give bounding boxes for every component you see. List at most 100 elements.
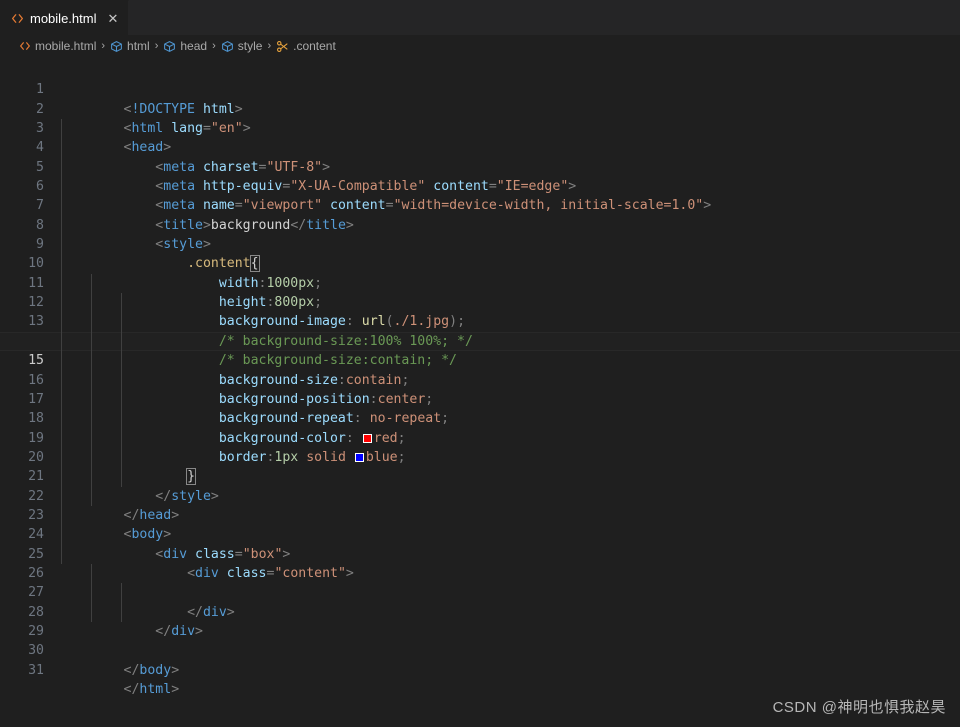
editor-tab-mobile-html[interactable]: mobile.html ✕ xyxy=(0,0,130,35)
close-icon[interactable]: ✕ xyxy=(107,12,118,25)
token-tag-name: style xyxy=(163,237,203,253)
token-tag-name: title xyxy=(163,217,203,233)
code-content: /* background-size:100% 100%; */ xyxy=(124,334,473,349)
token-attribute-name: lang xyxy=(171,121,203,137)
token-tag-name: head xyxy=(131,140,164,156)
token-tag-name: html xyxy=(202,101,235,117)
symbol-cube-icon xyxy=(163,40,176,53)
tab-bar-empty-space xyxy=(129,0,960,35)
token-colon: : xyxy=(345,314,362,330)
token-tag-name: div xyxy=(195,565,219,581)
symbol-cube-icon xyxy=(110,40,123,53)
token-punctuation: </ xyxy=(155,488,172,504)
code-content: <div class="box"> xyxy=(124,546,291,562)
token-attribute-name: content xyxy=(330,198,386,214)
html-file-icon xyxy=(11,12,24,25)
code-content: <div class="content"> xyxy=(124,566,354,581)
code-editor-area[interactable]: 1 <!DOCTYPE html> 2 <html lang="en"> 3 <… xyxy=(0,57,960,727)
token-tag-name: html xyxy=(131,121,164,137)
token-punctuation: </ xyxy=(123,662,140,678)
breadcrumb-label: head xyxy=(180,39,208,53)
token-tag-name: meta xyxy=(163,159,196,175)
token-brace-open: { xyxy=(249,255,260,273)
code-content: height:800px; xyxy=(124,295,322,311)
token-punctuation: </ xyxy=(123,507,140,523)
code-line[interactable]: 1 <!DOCTYPE html> xyxy=(0,61,960,116)
token-css-value: no-repeat xyxy=(369,411,442,427)
code-content: border:1px solid blue; xyxy=(124,450,406,465)
code-content: <title>background</title> xyxy=(124,218,354,233)
token-colon: : xyxy=(369,391,378,407)
code-line[interactable]: 2 <html lang="en"> xyxy=(0,80,960,136)
breadcrumb-label: style xyxy=(237,39,263,53)
token-equals: = xyxy=(488,179,497,195)
code-line[interactable]: 31 </html> xyxy=(0,641,960,697)
token-attribute-value: "viewport" xyxy=(242,198,323,214)
token-css-function: url xyxy=(361,314,386,330)
code-content: background-position:center; xyxy=(124,391,433,407)
code-line[interactable]: 28 </div> xyxy=(0,583,960,639)
breadcrumb-item-head[interactable]: head xyxy=(163,39,207,53)
token-punctuation: > xyxy=(242,121,251,137)
token-tag-name: div xyxy=(202,604,227,620)
token-css-value: 800px xyxy=(274,295,315,311)
token-punctuation: </ xyxy=(187,604,203,620)
token-attribute-value: "content" xyxy=(274,565,346,581)
token-css-selector: .content xyxy=(187,256,251,272)
token-css-value: contain xyxy=(345,372,402,388)
token-colon: : xyxy=(337,372,346,388)
token-attribute-name: class xyxy=(226,565,267,581)
breadcrumb-item-file[interactable]: mobile.html xyxy=(19,39,96,53)
color-swatch-blue[interactable] xyxy=(354,452,364,462)
token-tag-name: meta xyxy=(163,198,196,214)
token-punctuation: > xyxy=(282,546,291,562)
breadcrumb-item-style[interactable]: style xyxy=(221,39,263,53)
token-punctuation: > xyxy=(703,198,712,214)
code-content: <meta http-equiv="X-UA-Compatible" conte… xyxy=(124,179,576,195)
color-swatch-red[interactable] xyxy=(362,433,372,443)
code-content: <!DOCTYPE html> xyxy=(124,102,243,117)
token-punctuation: > xyxy=(202,217,211,233)
breadcrumb-separator: › xyxy=(267,40,272,52)
token-attribute-name: class xyxy=(195,546,235,562)
token-attribute-name: charset xyxy=(202,159,259,175)
breadcrumb: mobile.html › html › head › style › .con… xyxy=(0,35,960,57)
code-content: </style> xyxy=(124,489,219,504)
token-semicolon: ; xyxy=(314,275,323,291)
token-css-url-argument: ./1.jpg xyxy=(393,314,450,330)
token-punctuation: > xyxy=(171,662,180,678)
token-equals: = xyxy=(234,198,243,214)
code-content: <style> xyxy=(124,237,211,252)
editor-tab-bar: mobile.html ✕ xyxy=(0,0,960,35)
token-paren-close: ) xyxy=(449,314,458,330)
token-punctuation: > xyxy=(226,604,235,620)
token-punctuation: > xyxy=(163,140,172,156)
token-punctuation: > xyxy=(322,159,331,175)
token-tag-name: div xyxy=(171,623,196,639)
token-tag-name: div xyxy=(163,546,188,562)
code-content: </div> xyxy=(124,605,235,620)
breadcrumb-item-content-selector[interactable]: .content xyxy=(276,39,336,53)
token-tag-name: body xyxy=(131,527,164,543)
token-punctuation: </ xyxy=(123,682,140,697)
token-semicolon: ; xyxy=(457,314,466,330)
token-attribute-name: name xyxy=(202,198,235,214)
editor-tab-label: mobile.html xyxy=(30,10,97,26)
breadcrumb-item-html[interactable]: html xyxy=(110,39,150,53)
